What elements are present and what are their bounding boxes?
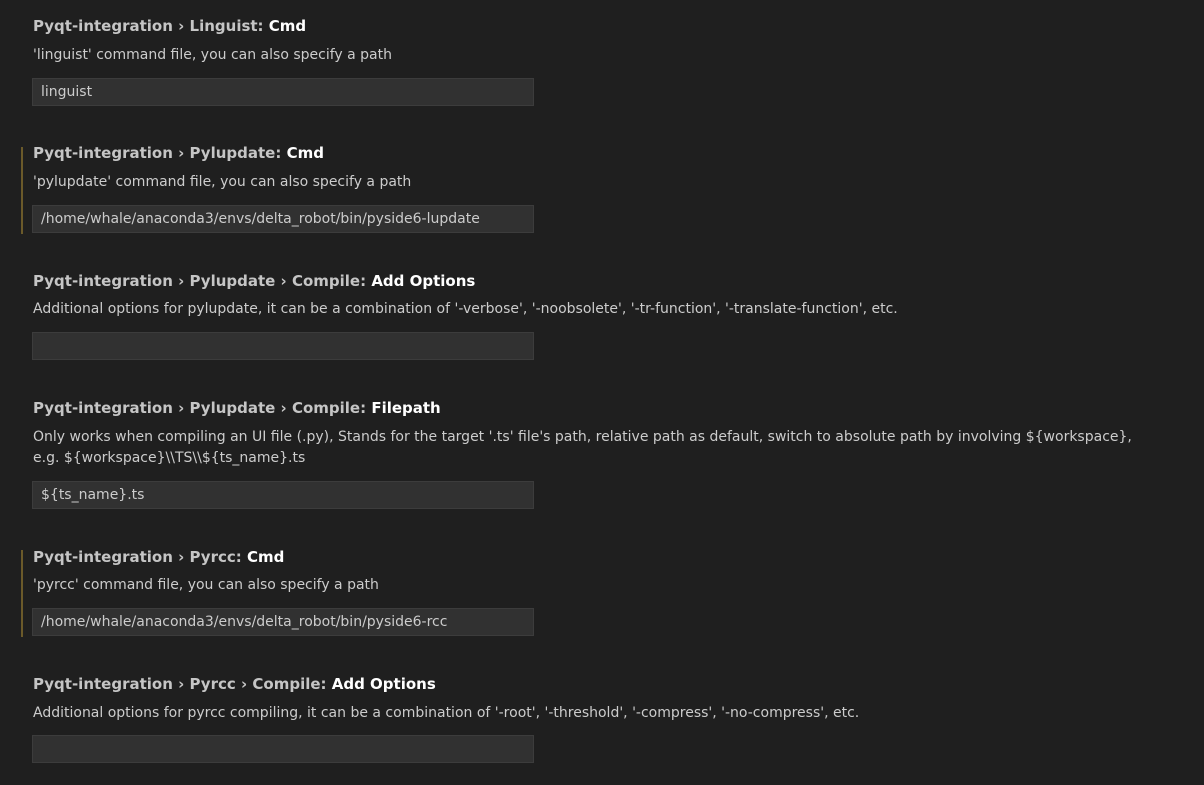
setting-description: Additional options for pyrcc compiling, … xyxy=(33,705,860,721)
pylupdate-filepath-input[interactable] xyxy=(32,481,534,509)
setting-category: Pyqt-integration › Pylupdate › Compile: xyxy=(33,399,372,417)
setting-key: Cmd xyxy=(268,17,307,35)
settings-list: Pyqt-integration › Linguist: Cmd 'lingui… xyxy=(0,0,1204,785)
pyrcc-add-options-input[interactable] xyxy=(32,735,534,763)
setting-key: Cmd xyxy=(286,144,324,162)
setting-description: 'linguist' command file, you can also sp… xyxy=(33,47,392,63)
linguist-cmd-input[interactable] xyxy=(32,78,534,106)
pyrcc-cmd-input[interactable] xyxy=(32,608,534,636)
setting-category: Pyqt-integration › Pylupdate › Compile: xyxy=(33,272,372,290)
setting-title: Pyqt-integration › Pyrcc › Compile: Add … xyxy=(33,674,436,694)
setting-category: Pyqt-integration › Linguist: xyxy=(33,17,269,35)
setting-description: Additional options for pylupdate, it can… xyxy=(33,301,898,317)
setting-category: Pyqt-integration › Pyrcc: xyxy=(33,548,247,566)
setting-title: Pyqt-integration › Pylupdate › Compile: … xyxy=(33,398,441,418)
setting-title: Pyqt-integration › Pylupdate: Cmd xyxy=(33,143,324,163)
setting-description: 'pylupdate' command file, you can also s… xyxy=(33,174,412,190)
modified-indicator xyxy=(21,147,23,234)
setting-key: Filepath xyxy=(371,399,441,417)
setting-description: Only works when compiling an UI file (.p… xyxy=(33,429,1132,466)
setting-title: Pyqt-integration › Linguist: Cmd xyxy=(33,16,306,36)
setting-key: Cmd xyxy=(246,548,285,566)
setting-title: Pyqt-integration › Pyrcc: Cmd xyxy=(33,547,284,567)
pylupdate-add-options-input[interactable] xyxy=(32,332,534,360)
setting-title: Pyqt-integration › Pylupdate › Compile: … xyxy=(33,271,475,291)
modified-indicator xyxy=(21,550,23,637)
setting-key: Add Options xyxy=(331,675,436,693)
setting-description: 'pyrcc' command file, you can also speci… xyxy=(33,577,379,593)
setting-category: Pyqt-integration › Pylupdate: xyxy=(33,144,287,162)
pylupdate-cmd-input[interactable] xyxy=(32,205,534,233)
setting-category: Pyqt-integration › Pyrcc › Compile: xyxy=(33,675,332,693)
setting-key: Add Options xyxy=(371,272,476,290)
